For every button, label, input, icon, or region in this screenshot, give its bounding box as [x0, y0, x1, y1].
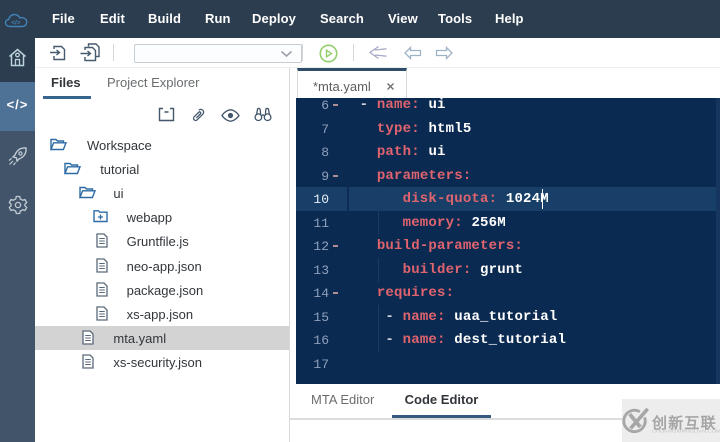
svg-text:</>: </>: [11, 20, 21, 27]
